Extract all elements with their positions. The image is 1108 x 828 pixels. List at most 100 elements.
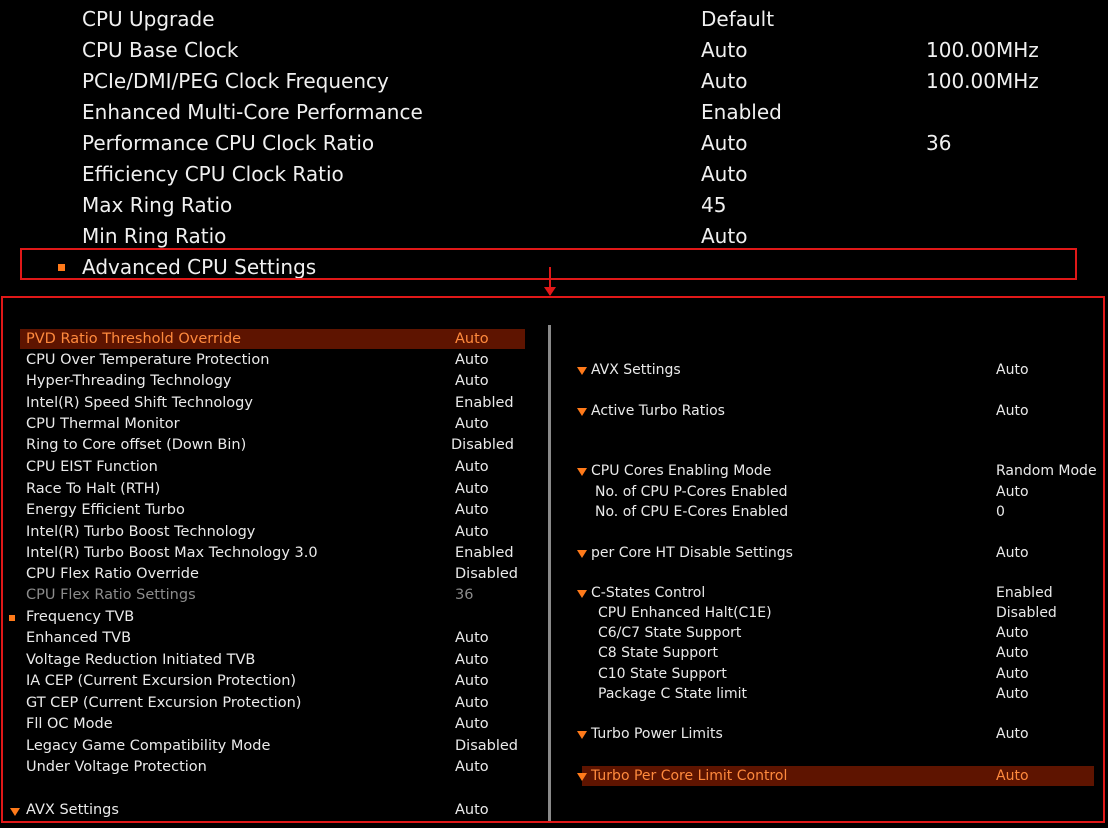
submenu-per-core-ht-disable[interactable]: per Core HT Disable Settings Auto: [552, 543, 1104, 563]
setting-value[interactable]: Auto: [996, 360, 1029, 380]
setting-value[interactable]: Auto: [455, 757, 489, 778]
setting-turbo-boost-max-3[interactable]: Intel(R) Turbo Boost Max Technology 3.0 …: [0, 543, 548, 564]
setting-value[interactable]: Enabled: [455, 543, 514, 564]
setting-value[interactable]: Auto: [996, 482, 1029, 502]
setting-value[interactable]: Auto: [455, 329, 489, 350]
setting-value[interactable]: Auto: [455, 479, 489, 500]
setting-package-c-state-limit[interactable]: Package C State limit Auto: [552, 684, 1104, 704]
setting-value[interactable]: Auto: [455, 414, 489, 435]
setting-value[interactable]: Enabled: [996, 583, 1053, 603]
setting-value[interactable]: Auto: [996, 684, 1029, 704]
setting-value[interactable]: Default: [701, 4, 774, 35]
setting-current-value: 100.00MHz: [926, 69, 1039, 93]
setting-value[interactable]: Auto: [455, 350, 489, 371]
setting-cpu-upgrade[interactable]: CPU Upgrade Default: [0, 4, 1108, 35]
setting-e-cores-enabled[interactable]: No. of CPU E-Cores Enabled 0: [552, 502, 1104, 522]
setting-value[interactable]: Auto: [996, 623, 1029, 643]
setting-legacy-game-compat[interactable]: Legacy Game Compatibility Mode Disabled: [0, 736, 548, 757]
setting-value[interactable]: Auto: [996, 401, 1029, 421]
setting-p-cores-enabled[interactable]: No. of CPU P-Cores Enabled Auto: [552, 482, 1104, 502]
setting-cpu-thermal-monitor[interactable]: CPU Thermal Monitor Auto: [0, 414, 548, 435]
setting-value[interactable]: Auto: [996, 664, 1029, 684]
setting-value[interactable]: Random Mode: [996, 461, 1097, 481]
setting-label: Turbo Per Core Limit Control: [591, 768, 788, 784]
setting-efficiency-cpu-ratio[interactable]: Efficiency CPU Clock Ratio Auto: [0, 159, 1108, 190]
setting-value[interactable]: Auto: [996, 643, 1029, 663]
setting-enhanced-multi-core[interactable]: Enhanced Multi-Core Performance Enabled: [0, 97, 1108, 128]
setting-label: CPU EIST Function: [26, 459, 158, 475]
column-divider: [548, 325, 551, 821]
setting-turbo-boost[interactable]: Intel(R) Turbo Boost Technology Auto: [0, 522, 548, 543]
setting-pcie-dmi-peg-clock[interactable]: PCIe/DMI/PEG Clock Frequency Auto 100.00…: [0, 66, 1108, 97]
setting-c6-c7-support[interactable]: C6/C7 State Support Auto: [552, 623, 1104, 643]
submenu-cpu-cores-enabling-mode[interactable]: CPU Cores Enabling Mode Random Mode: [552, 461, 1104, 481]
setting-value[interactable]: Auto: [455, 693, 489, 714]
setting-value[interactable]: Disabled: [455, 736, 518, 757]
setting-label: C6/C7 State Support: [598, 625, 742, 641]
setting-cpu-base-clock[interactable]: CPU Base Clock Auto 100.00MHz: [0, 35, 1108, 66]
setting-label: CPU Flex Ratio Settings: [26, 587, 196, 603]
setting-label: AVX Settings: [591, 362, 681, 378]
setting-value[interactable]: Auto: [455, 671, 489, 692]
setting-cpu-over-temp-protection[interactable]: CPU Over Temperature Protection Auto: [0, 350, 548, 371]
setting-fll-oc-mode[interactable]: Fll OC Mode Auto: [0, 714, 548, 735]
setting-value[interactable]: Auto: [455, 650, 489, 671]
setting-value[interactable]: Auto: [455, 800, 489, 821]
setting-value[interactable]: Auto: [455, 371, 489, 392]
submenu-c-states-control[interactable]: C-States Control Enabled: [552, 583, 1104, 603]
setting-c8-support[interactable]: C8 State Support Auto: [552, 643, 1104, 663]
setting-value[interactable]: Auto: [455, 628, 489, 649]
setting-value[interactable]: Auto: [996, 766, 1029, 786]
setting-label: PCIe/DMI/PEG Clock Frequency: [82, 69, 389, 93]
setting-value[interactable]: Enabled: [455, 393, 514, 414]
setting-cpu-eist[interactable]: CPU EIST Function Auto: [0, 457, 548, 478]
setting-value[interactable]: Auto: [996, 543, 1029, 563]
setting-ia-cep[interactable]: IA CEP (Current Excursion Protection) Au…: [0, 671, 548, 692]
setting-performance-cpu-ratio[interactable]: Performance CPU Clock Ratio Auto 36: [0, 128, 1108, 159]
setting-race-to-halt[interactable]: Race To Halt (RTH) Auto: [0, 479, 548, 500]
submenu-frequency-tvb[interactable]: Frequency TVB: [0, 607, 548, 628]
submenu-turbo-per-core-limit[interactable]: Turbo Per Core Limit Control Auto: [552, 766, 1104, 786]
setting-value[interactable]: Auto: [996, 724, 1029, 744]
expand-triangle-icon: [10, 808, 20, 816]
setting-hyper-threading[interactable]: Hyper-Threading Technology Auto: [0, 371, 548, 392]
setting-value[interactable]: Auto: [455, 457, 489, 478]
setting-speed-shift[interactable]: Intel(R) Speed Shift Technology Enabled: [0, 393, 548, 414]
setting-value[interactable]: Auto: [701, 128, 747, 159]
setting-label: CPU Base Clock: [82, 38, 239, 62]
setting-max-ring-ratio[interactable]: Max Ring Ratio 45: [0, 190, 1108, 221]
setting-gt-cep[interactable]: GT CEP (Current Excursion Protection) Au…: [0, 693, 548, 714]
setting-pvd-ratio-threshold[interactable]: PVD Ratio Threshold Override Auto: [0, 329, 548, 350]
setting-voltage-reduction-tvb[interactable]: Voltage Reduction Initiated TVB Auto: [0, 650, 548, 671]
setting-c10-support[interactable]: C10 State Support Auto: [552, 664, 1104, 684]
setting-label: C8 State Support: [598, 645, 718, 661]
setting-c1e[interactable]: CPU Enhanced Halt(C1E) Disabled: [552, 603, 1104, 623]
setting-cpu-flex-ratio-override[interactable]: CPU Flex Ratio Override Disabled: [0, 564, 548, 585]
setting-label: Max Ring Ratio: [82, 193, 233, 217]
submenu-active-turbo-ratios[interactable]: Active Turbo Ratios Auto: [552, 401, 1104, 421]
setting-value[interactable]: Enabled: [701, 97, 782, 128]
expand-triangle-icon: [577, 468, 587, 476]
submenu-turbo-power-limits[interactable]: Turbo Power Limits Auto: [552, 724, 1104, 744]
submenu-avx-settings[interactable]: AVX Settings Auto: [552, 360, 1104, 380]
setting-value[interactable]: Auto: [455, 500, 489, 521]
setting-under-voltage-protection[interactable]: Under Voltage Protection Auto: [0, 757, 548, 778]
setting-ring-to-core-offset[interactable]: Ring to Core offset (Down Bin) Disabled: [0, 435, 548, 456]
setting-current-value: 36: [926, 131, 952, 155]
setting-value[interactable]: Auto: [701, 159, 747, 190]
setting-value[interactable]: 0: [996, 502, 1005, 522]
setting-value[interactable]: Auto: [455, 714, 489, 735]
setting-value[interactable]: Disabled: [455, 564, 518, 585]
setting-value[interactable]: Disabled: [996, 603, 1057, 623]
expand-triangle-icon: [577, 773, 587, 781]
setting-value[interactable]: Auto: [701, 35, 747, 66]
setting-value[interactable]: Auto: [701, 66, 747, 97]
setting-label: Efficiency CPU Clock Ratio: [82, 162, 344, 186]
setting-label: No. of CPU P-Cores Enabled: [595, 484, 788, 500]
submenu-avx-settings-left[interactable]: AVX Settings Auto: [0, 800, 548, 821]
setting-value[interactable]: Auto: [455, 522, 489, 543]
setting-value[interactable]: 45: [701, 190, 726, 221]
setting-value[interactable]: Disabled: [451, 435, 514, 456]
setting-energy-efficient-turbo[interactable]: Energy Efficient Turbo Auto: [0, 500, 548, 521]
setting-enhanced-tvb[interactable]: Enhanced TVB Auto: [0, 628, 548, 649]
